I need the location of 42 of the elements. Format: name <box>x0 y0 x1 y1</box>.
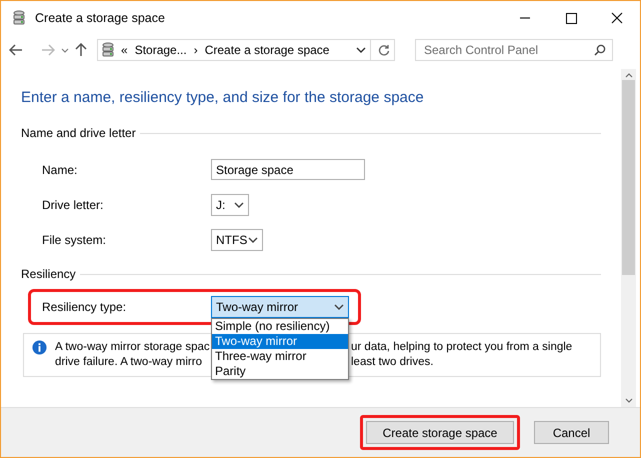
window-title: Create a storage space <box>35 11 166 25</box>
drives-icon <box>102 42 114 58</box>
scroll-up-icon[interactable] <box>624 73 632 78</box>
breadcrumb[interactable]: › <box>194 43 198 57</box>
breadcrumb[interactable]: Storage... <box>134 43 187 57</box>
info-text: drive failure. A two-way mirro <box>55 355 203 370</box>
section-title: Name and drive letter <box>21 126 136 140</box>
create-button[interactable]: Create storage space <box>366 421 514 444</box>
info-text: A two-way mirror storage spac <box>55 340 211 355</box>
dropdown-option[interactable]: Two-way mirror <box>212 334 348 349</box>
address-bar[interactable]: « Storage... › Create a storage space <box>97 39 395 61</box>
back-arrow-icon[interactable] <box>9 44 23 56</box>
chevron-down-icon <box>356 47 366 53</box>
field-label: Resiliency type: <box>42 300 128 314</box>
page-heading: Enter a name, resiliency type, and size for the storage space <box>21 89 425 106</box>
field-label: Drive letter: <box>42 198 104 212</box>
chevron-down-icon <box>248 236 258 242</box>
drives-icon <box>13 10 25 26</box>
scroll-down-icon[interactable] <box>624 398 632 403</box>
field-label: File system: <box>42 232 108 246</box>
cancel-button[interactable]: Cancel <box>534 421 609 444</box>
scrollbar[interactable] <box>621 69 636 407</box>
breadcrumb[interactable]: « <box>121 43 128 57</box>
dropdown[interactable]: J: <box>211 194 249 216</box>
section-title: Resiliency <box>21 267 76 281</box>
field-label: Name: <box>42 162 78 176</box>
chevron-down-icon <box>234 202 244 208</box>
info-text: ur data, helping to protect you from a single <box>351 340 572 355</box>
dropdown-option[interactable]: Simple (no resiliency) <box>212 319 348 334</box>
info-text: least two drives. <box>351 355 434 370</box>
dropdown-option[interactable]: Parity <box>212 364 348 379</box>
dropdown[interactable]: NTFS <box>211 228 263 250</box>
breadcrumb[interactable]: Create a storage space <box>204 43 330 57</box>
refresh-icon[interactable] <box>378 44 390 56</box>
chevron-down-icon[interactable] <box>61 48 69 52</box>
up-arrow-icon[interactable] <box>75 43 87 57</box>
search-icon[interactable] <box>594 44 606 56</box>
chevron-down-icon <box>334 304 344 310</box>
info-icon <box>32 340 47 355</box>
dropdown-option[interactable]: Three-way mirror <box>212 349 348 364</box>
name-field[interactable]: Storage space <box>211 159 365 180</box>
search-field[interactable]: Search Control Panel <box>415 39 613 61</box>
